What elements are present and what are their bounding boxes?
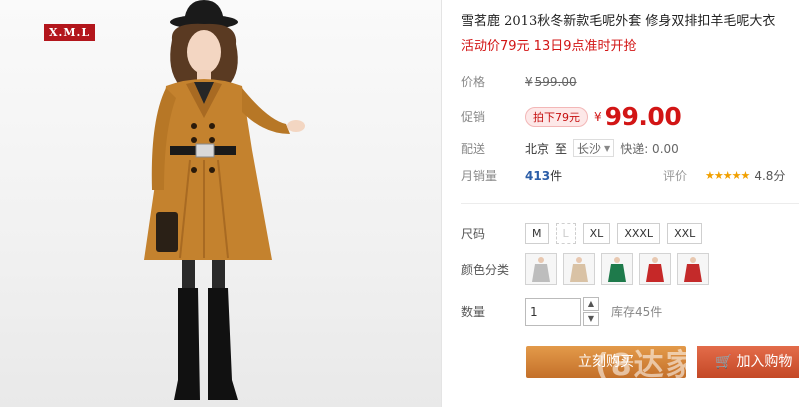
color-row: 颜色分类 xyxy=(461,253,715,285)
discount-badge: 拍下79元 xyxy=(525,106,588,127)
size-option-l[interactable]: L xyxy=(555,223,576,244)
size-label: 尺码 xyxy=(461,227,486,241)
delivery-label: 配送 xyxy=(461,141,486,156)
brand-logo: X.M.L xyxy=(44,24,96,41)
to-word: 至 xyxy=(555,141,568,156)
delivery-row: 配送 北京 至 长沙 ▼ 快递: 0.00 xyxy=(461,139,679,157)
price-symbol: ¥ xyxy=(594,109,602,124)
color-swatch-5[interactable] xyxy=(677,253,709,285)
promo-price-row: 促销 拍下79元 ¥ 99.00 xyxy=(461,102,682,131)
size-option-xl[interactable]: XL xyxy=(582,223,611,244)
quantity-label: 数量 xyxy=(461,305,486,319)
color-swatch-2[interactable] xyxy=(563,253,595,285)
color-label: 颜色分类 xyxy=(461,262,510,277)
color-swatch-4[interactable] xyxy=(639,253,671,285)
cart-icon: 🛒 xyxy=(715,354,733,370)
panel-divider xyxy=(441,0,442,407)
destination-select[interactable]: 长沙 ▼ xyxy=(573,139,615,157)
shipping-fee: 快递: 0.00 xyxy=(620,141,679,156)
product-title: 雪茗鹿 2013秋冬新款毛呢外套 修身双排扣羊毛呢大衣 xyxy=(461,14,776,29)
rating[interactable]: 评价 ★★★★★ 4.8分 xyxy=(663,167,785,184)
color-swatch-3[interactable] xyxy=(601,253,633,285)
price-label: 价格 xyxy=(461,75,486,89)
chevron-down-icon: ▼ xyxy=(604,143,611,153)
coat-swatch-icon xyxy=(608,257,626,282)
add-to-cart-button[interactable]: 🛒 加入购物 xyxy=(697,346,799,378)
original-price-row: 价格 ¥599.00 xyxy=(461,73,577,90)
star-rating-icon: ★★★★★ xyxy=(705,169,750,182)
size-row: 尺码 M L XL XXXL XXL xyxy=(461,223,709,244)
color-swatch-1[interactable] xyxy=(525,253,557,285)
increase-quantity-button[interactable]: ▲ xyxy=(583,297,599,311)
section-divider xyxy=(461,203,799,204)
rating-label: 评价 xyxy=(663,169,688,183)
quantity-row: 数量 ▲ ▼ 库存45件 xyxy=(461,297,662,326)
model-photo xyxy=(144,0,305,400)
quantity-stepper: ▲ ▼ xyxy=(583,297,599,326)
quantity-input[interactable] xyxy=(525,297,581,326)
promo-text: 活动价79元 13日9点准时开抢 xyxy=(461,39,637,54)
size-option-m[interactable]: M xyxy=(525,223,549,244)
size-option-xxl[interactable]: XXL xyxy=(667,223,703,244)
coat-swatch-icon xyxy=(532,257,550,282)
promo-label: 促销 xyxy=(461,110,486,124)
sales-row: 月销量 413 件 xyxy=(461,167,562,184)
watermark: (8达家 xyxy=(595,348,698,383)
coat-swatch-icon xyxy=(684,257,702,282)
size-option-xxxl[interactable]: XXXL xyxy=(617,223,661,244)
decrease-quantity-button[interactable]: ▼ xyxy=(583,312,599,326)
origin-city: 北京 xyxy=(525,141,550,156)
coat-swatch-icon xyxy=(570,257,588,282)
original-price: ¥599.00 xyxy=(525,74,577,89)
monthly-sales-count[interactable]: 413 xyxy=(525,169,550,183)
coat-swatch-icon xyxy=(646,257,664,282)
stock-count: 库存45件 xyxy=(611,305,663,319)
product-image: X.M.L xyxy=(0,0,441,407)
monthly-sales-label: 月销量 xyxy=(461,169,498,183)
rating-score: 4.8分 xyxy=(754,169,786,183)
sales-unit: 件 xyxy=(550,169,563,183)
sale-price: 99.00 xyxy=(604,102,682,131)
